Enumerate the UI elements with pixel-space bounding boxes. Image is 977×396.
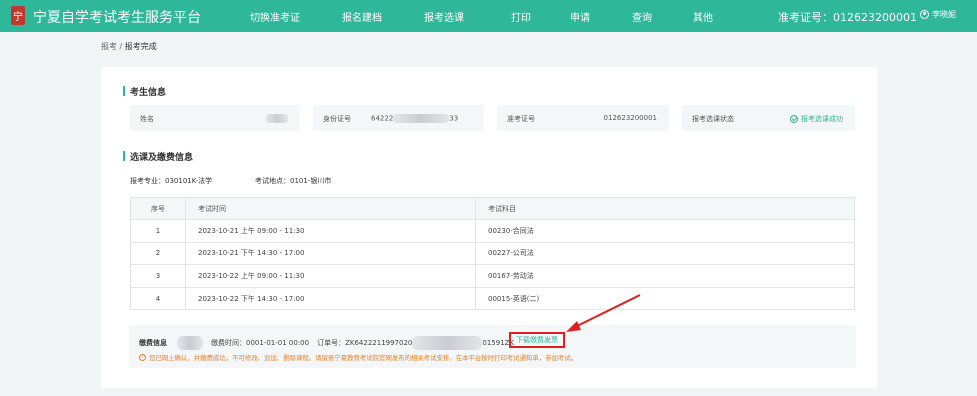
cell-subject: 00230-合同法 [475,219,855,243]
payment-time: 缴费时间：0001-01-01 00:00 [211,339,310,347]
cell-index: 1 [130,219,186,243]
candidate-section-title: 考生信息 [123,85,166,98]
cell-time: 2023-10-21 下午 14:30 - 17:00 [185,241,476,266]
payment-notice: ! 您已网上确认，并缴费成功，不可修改、追加、删除课程。请留意宁夏教育考试院官网… [139,353,577,362]
user-icon [920,10,929,19]
id-value: 64222 33 [371,114,459,123]
table-row: 3 2023-10-22 上午 09:00 - 11:30 00167-劳动法 [130,264,855,288]
logo-icon: 宁 [11,6,25,25]
check-circle-icon [790,115,798,123]
table-row: 1 2023-10-21 上午 09:00 - 11:30 00230-合同法 [130,219,855,243]
major-text: 报考专业：030101K-法学 [130,177,213,185]
cell-time: 2023-10-22 下午 14:30 - 17:00 [185,286,476,311]
ticket-field: 准考证号 012623200001 [497,105,669,131]
nav-query[interactable]: 查询 [632,9,652,24]
ticket-number: 准考证号：012623200001 [778,11,917,24]
nav-course-selection[interactable]: 报考选课 [424,9,464,24]
payment-notice-text: 您已网上确认，并缴费成功，不可修改、追加、删除课程。请留意宁夏教育考试院官网发布… [149,354,578,362]
col-header-index: 序号 [130,197,186,220]
cell-time: 2023-10-22 上午 09:00 - 11:30 [185,264,476,288]
col-header-subject: 考试科目 [475,197,855,220]
status-badge: 报考选课成功 [790,114,843,124]
payment-info-row: 缴费信息 缴费时间：0001-01-01 00:00 订单号：ZK6422211… [139,336,514,350]
breadcrumb-parent[interactable]: 报考 [101,42,117,51]
status-field: 报考选课状态 报考选课成功 [682,105,855,131]
id-field: 身份证号 64222 33 [313,105,484,131]
info-icon: ! [139,354,146,361]
cell-subject: 00227-公司法 [475,241,855,266]
status-label: 报考选课状态 [692,115,734,123]
nav-print[interactable]: 打印 [511,9,531,24]
name-value-redacted [266,114,288,123]
payment-amount-redacted [177,336,203,350]
location-text: 考试地点：0101-银川市 [255,177,332,185]
breadcrumb-separator: / [119,42,123,51]
table-row: 4 2023-10-22 下午 14:30 - 17:00 00015-英语(二… [130,286,855,311]
cell-index: 4 [130,286,186,311]
nav-apply[interactable]: 申请 [570,9,590,24]
ticket-value: 012623200001 [603,114,657,122]
cell-subject: 00015-英语(二) [475,286,855,311]
breadcrumb: 报考 / 报考完成 [101,41,157,52]
name-label: 姓名 [140,115,154,123]
nav-switch-ticket[interactable]: 切换准考证 [250,9,300,24]
top-navbar: 宁 宁夏自学考试考生服务平台 切换准考证 报名建档 报考选课 打印 申请 查询 … [0,0,977,32]
table-header-row: 序号 考试时间 考试科目 [130,197,855,220]
download-invoice-link[interactable]: 下载缴费发票 [509,332,565,348]
payment-label: 缴费信息 [139,339,167,347]
nav-register[interactable]: 报名建档 [342,9,382,24]
selection-section-title: 选课及缴费信息 [123,150,193,163]
order-number: 订单号：ZK6422211997020 01591ZK [317,336,514,350]
cell-index: 3 [130,264,186,288]
user-name: 李晓妮 [932,10,956,19]
nav-other[interactable]: 其他 [693,9,713,24]
name-field: 姓名 [130,105,300,131]
breadcrumb-current: 报考完成 [124,42,157,51]
cell-time: 2023-10-21 上午 09:00 - 11:30 [185,219,476,243]
col-header-time: 考试时间 [185,197,476,220]
course-table: 序号 考试时间 考试科目 1 2023-10-21 上午 09:00 - 11:… [130,197,855,311]
ticket-label: 准考证号 [507,115,535,123]
id-label: 身份证号 [323,115,351,123]
table-row: 2 2023-10-21 下午 14:30 - 17:00 00227-公司法 [130,241,855,266]
payment-panel: 缴费信息 缴费时间：0001-01-01 00:00 订单号：ZK6422211… [129,325,856,368]
site-title[interactable]: 宁夏自学考试考生服务平台 [33,7,201,27]
user-menu[interactable]: 李晓妮 [920,9,956,20]
cell-index: 2 [130,241,186,266]
cell-subject: 00167-劳动法 [475,264,855,288]
